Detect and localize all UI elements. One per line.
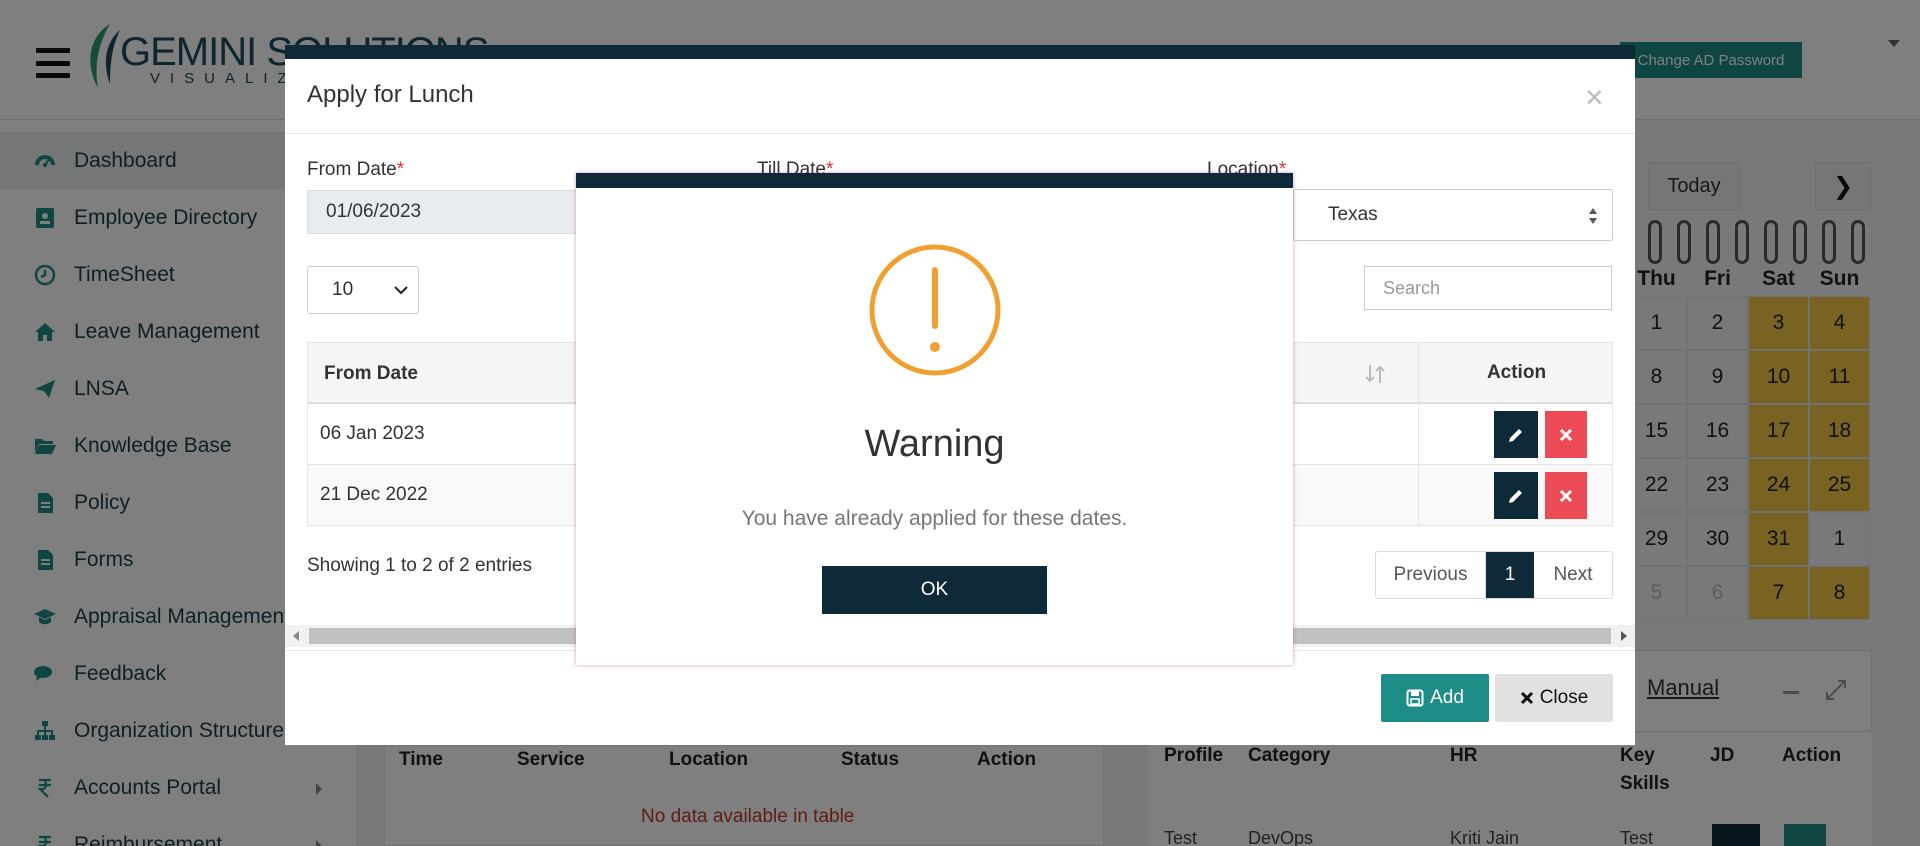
dialog-message: You have already applied for these dates…	[741, 507, 1128, 530]
sort-icon[interactable]	[1364, 363, 1386, 385]
required-mark: *	[396, 159, 405, 180]
from-date-cell: 21 Dec 2022	[320, 484, 428, 505]
page-length-value: 10	[332, 279, 354, 300]
search-input[interactable]: Search	[1364, 266, 1612, 310]
exclamation-circle-icon	[869, 244, 1001, 376]
location-select-value: Texas	[1328, 204, 1378, 225]
from-date-label-text: From Date	[307, 159, 397, 180]
scroll-left-icon[interactable]	[293, 631, 299, 641]
edit-button[interactable]	[1494, 411, 1538, 458]
delete-button[interactable]	[1545, 411, 1587, 458]
action-cell	[1418, 465, 1614, 525]
pagination-next[interactable]: Next	[1534, 552, 1612, 598]
column-header-from-date[interactable]: From Date	[324, 363, 418, 385]
warning-dialog: Warning You have already applied for the…	[576, 173, 1293, 665]
pagination: Previous 1 Next	[1375, 551, 1613, 599]
dialog-title: Warning	[864, 423, 1005, 465]
close-icon	[1559, 489, 1573, 502]
pagination-previous[interactable]: Previous	[1376, 552, 1486, 598]
edit-button[interactable]	[1494, 472, 1538, 519]
from-date-label: From Date*	[307, 159, 404, 181]
modal-header-bar	[285, 45, 1635, 59]
pencil-icon	[1509, 489, 1522, 503]
pencil-icon	[1509, 428, 1522, 442]
action-cell	[1418, 404, 1614, 464]
column-header-action: Action	[1418, 343, 1614, 403]
close-icon	[1559, 428, 1573, 441]
close-icon	[1520, 691, 1533, 705]
add-button-label: Add	[1430, 687, 1464, 708]
chevron-down-icon	[394, 286, 408, 295]
from-date-input[interactable]: 01/06/2023	[307, 190, 597, 234]
pagination-page[interactable]: 1	[1486, 552, 1534, 598]
add-button[interactable]: Add	[1381, 674, 1489, 722]
delete-button[interactable]	[1545, 472, 1587, 519]
divider	[285, 133, 1635, 134]
ok-button[interactable]: OK	[822, 566, 1047, 614]
close-button-label: Close	[1539, 687, 1589, 708]
close-button[interactable]: Close	[1495, 674, 1613, 722]
select-arrows-icon	[1589, 208, 1597, 224]
page-length-select[interactable]: 10	[307, 266, 419, 314]
from-date-cell: 06 Jan 2023	[320, 423, 425, 444]
save-icon	[1406, 689, 1424, 707]
location-select[interactable]: Texas	[1293, 189, 1613, 241]
modal-close-icon[interactable]: ×	[1585, 79, 1604, 116]
scroll-right-icon[interactable]	[1621, 631, 1627, 641]
modal-title: Apply for Lunch	[307, 81, 474, 108]
dialog-header-bar	[576, 173, 1293, 188]
table-info: Showing 1 to 2 of 2 entries	[307, 555, 532, 576]
